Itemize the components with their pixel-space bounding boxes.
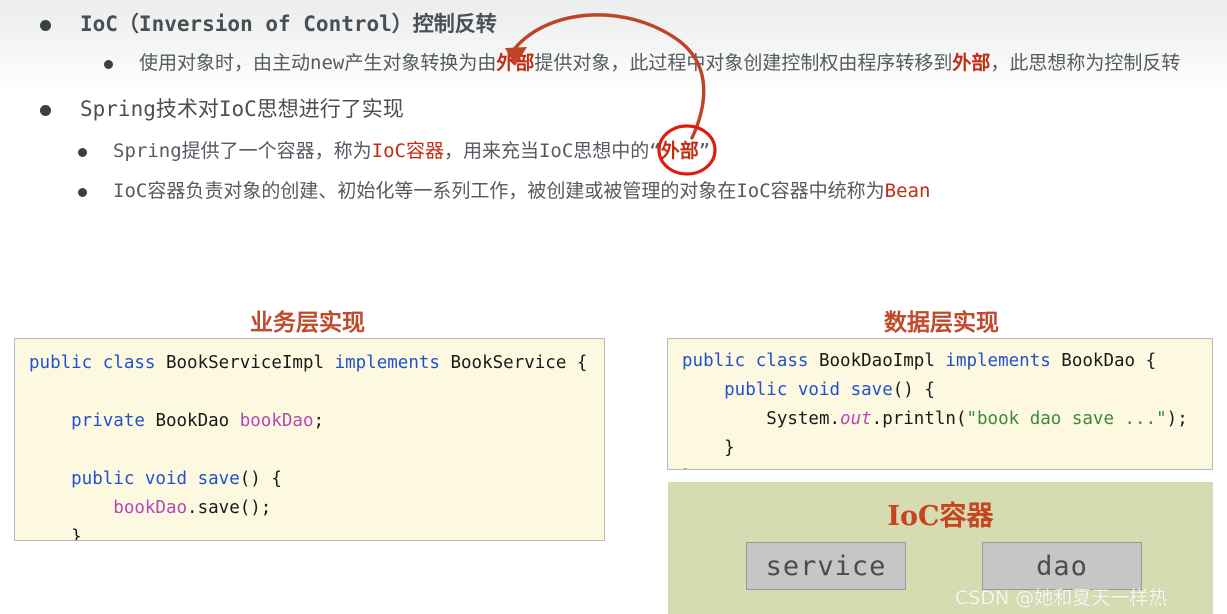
bullet-text-part-a: IoC容器负责对象的创建、初始化等一系列工作，被创建或被管理的对象在IoC容器中… xyxy=(113,180,885,202)
bullet-text: Spring提供了一个容器，称为IoC容器，用来充当IoC思想中的“外部” xyxy=(113,138,710,164)
code-punct: () { xyxy=(892,380,935,400)
code-interface-name: BookDao { xyxy=(1050,351,1157,371)
code-keyword: private xyxy=(29,411,145,431)
bullet-text-part-b: ，用来充当IoC思想中的“ xyxy=(443,140,661,162)
code-keyword: public xyxy=(29,353,93,373)
bullet-text-part-b: 提供对象，此过程中对象创建控制权由程序转移到 xyxy=(534,52,953,74)
bullet-text-highlight-ioc-container: IoC容器 xyxy=(371,140,444,162)
bullet-dot-icon xyxy=(78,148,87,157)
bullet-dot-icon xyxy=(104,60,113,69)
code-string-literal: "book dao save ..." xyxy=(966,409,1167,429)
code-field-out: out xyxy=(840,409,872,429)
bullet-text-part-a: Spring提供了一个容器，称为 xyxy=(113,140,372,162)
code-punct: } xyxy=(682,438,735,458)
code-keyword: class xyxy=(745,351,809,371)
code-field-ref: bookDao xyxy=(29,498,188,518)
code-call: System. xyxy=(682,409,841,429)
code-class-name: BookServiceImpl xyxy=(155,353,335,373)
bullet-item-new-to-external: 使用对象时，由主动new产生对象转换为由外部提供对象，此过程中对象创建控制权由程… xyxy=(104,50,1180,76)
code-interface-name: BookService { xyxy=(439,353,588,373)
bullet-text-highlight-external-1: 外部 xyxy=(496,52,535,74)
bullet-item-ioc-title: IoC（Inversion of Control）控制反转 xyxy=(40,10,497,38)
code-call: .save(); xyxy=(187,498,272,518)
service-section-title: 业务层实现 xyxy=(250,310,365,336)
code-punct: } xyxy=(29,527,82,541)
bullet-text: 使用对象时，由主动new产生对象转换为由外部提供对象，此过程中对象创建控制权由程… xyxy=(139,50,1180,76)
code-keyword: implements xyxy=(334,353,440,373)
code-call: .println( xyxy=(871,409,967,429)
service-code-block: public class BookServiceImpl implements … xyxy=(14,338,605,541)
code-punct: ); xyxy=(1166,409,1188,429)
code-keyword: class xyxy=(102,353,156,373)
bullet-dot-icon xyxy=(40,105,51,116)
code-keyword: public xyxy=(682,351,746,371)
code-field: bookDao xyxy=(239,411,314,431)
code-keyword: implements xyxy=(945,351,1051,371)
ioc-container-title: IoC容器 xyxy=(887,501,994,532)
curved-arrow-annotation xyxy=(510,13,706,140)
code-punct: () { xyxy=(239,469,282,489)
bullet-text-highlight-bean: Bean xyxy=(884,180,931,202)
bullet-text: Spring技术对IoC思想进行了实现 xyxy=(80,97,404,121)
code-method-name: save xyxy=(187,469,240,489)
bullet-dot-icon xyxy=(40,20,51,31)
dao-section-title: 数据层实现 xyxy=(884,310,999,336)
bullet-text-highlight-external-2: 外部 xyxy=(952,52,991,74)
code-punct: } xyxy=(682,467,693,469)
bullet-text: IoC容器负责对象的创建、初始化等一系列工作，被创建或被管理的对象在IoC容器中… xyxy=(113,178,930,204)
bullet-item-spring-container: Spring提供了一个容器，称为IoC容器，用来充当IoC思想中的“外部” xyxy=(78,138,710,164)
code-keyword: public xyxy=(682,380,788,400)
bean-box-service[interactable]: service xyxy=(746,542,906,590)
bullet-text-part-a: 使用对象时，由主动new产生对象转换为由 xyxy=(139,52,497,74)
bullet-text-part-c: ，此思想称为控制反转 xyxy=(990,52,1181,74)
code-keyword: public xyxy=(29,469,135,489)
bullet-item-spring-implements-ioc: Spring技术对IoC思想进行了实现 xyxy=(40,95,404,123)
code-keyword: void xyxy=(787,380,841,400)
code-punct: ; xyxy=(313,411,325,431)
code-type: BookDao xyxy=(144,411,240,431)
csdn-watermark: CSDN @她和夏天一样热 xyxy=(955,587,1168,609)
bullet-item-bean-definition: IoC容器负责对象的创建、初始化等一系列工作，被创建或被管理的对象在IoC容器中… xyxy=(78,178,930,204)
code-keyword: void xyxy=(134,469,188,489)
bullet-dot-icon xyxy=(78,188,87,197)
code-method-name: save xyxy=(840,380,893,400)
dao-code-block: public class BookDaoImpl implements Book… xyxy=(667,338,1213,470)
bullet-text-part-c: ” xyxy=(698,140,711,162)
bullet-text: IoC（Inversion of Control）控制反转 xyxy=(80,12,497,36)
code-class-name: BookDaoImpl xyxy=(808,351,946,371)
bullet-text-highlight-external: 外部 xyxy=(660,140,699,162)
